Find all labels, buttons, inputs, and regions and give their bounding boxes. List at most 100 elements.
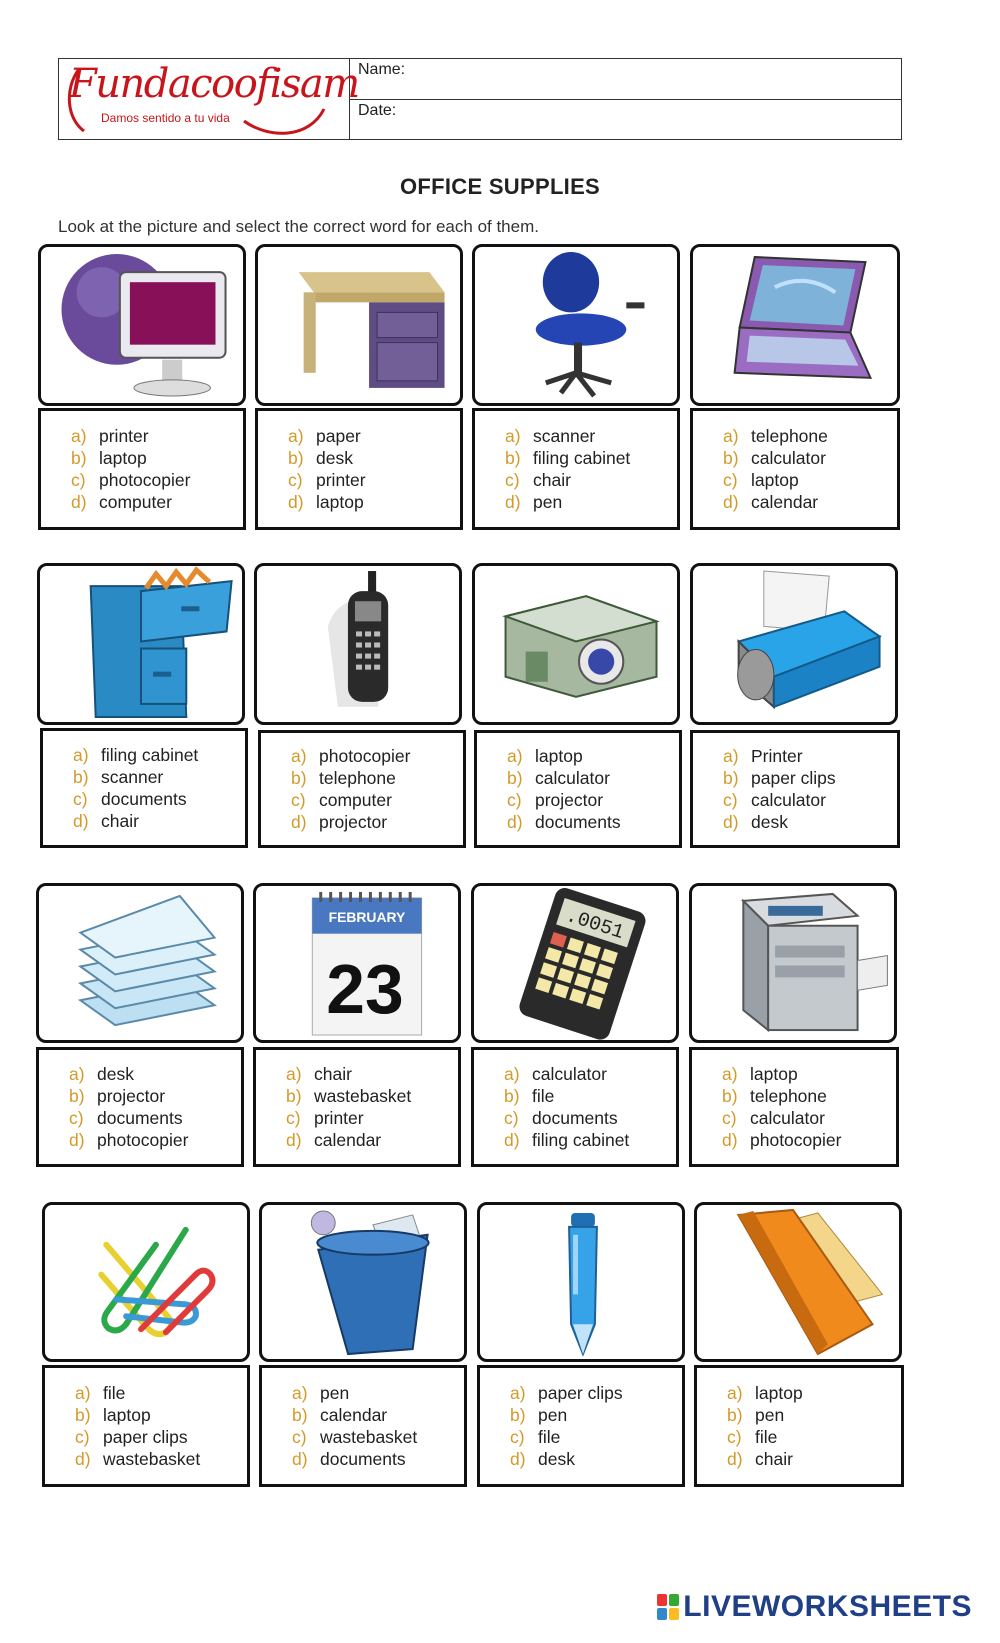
option-b[interactable]: b) calculator — [723, 447, 897, 469]
option-d[interactable]: d) projector — [291, 811, 463, 833]
option-text: laptop — [99, 448, 147, 468]
option-d[interactable]: d) documents — [292, 1448, 464, 1470]
option-c[interactable]: c) wastebasket — [292, 1426, 464, 1448]
option-a[interactable]: a) laptop — [727, 1382, 901, 1404]
option-d[interactable]: d) documents — [507, 811, 679, 833]
calculator-icon: .0051 — [519, 888, 646, 1040]
option-letter: b) — [723, 768, 739, 788]
option-letter: b) — [292, 1405, 308, 1425]
option-d[interactable]: d) filing cabinet — [504, 1129, 676, 1151]
option-c[interactable]: c) photocopier — [71, 469, 243, 491]
option-a[interactable]: a) file — [75, 1382, 247, 1404]
option-d[interactable]: d) desk — [723, 811, 897, 833]
option-text: filing cabinet — [532, 1130, 630, 1150]
logo: Fundacoofisam Damos sentido a tu vida — [59, 59, 360, 139]
option-a[interactable]: a) printer — [71, 425, 243, 447]
option-d[interactable]: d) photocopier — [722, 1129, 896, 1151]
option-letter: d) — [723, 812, 739, 832]
option-text: paper clips — [103, 1427, 188, 1447]
option-b[interactable]: b) desk — [288, 447, 460, 469]
option-c[interactable]: c) projector — [507, 789, 679, 811]
option-b[interactable]: b) calculator — [507, 767, 679, 789]
option-c[interactable]: c) printer — [286, 1107, 458, 1129]
option-text: desk — [316, 448, 353, 468]
option-letter: b) — [723, 448, 739, 468]
option-b[interactable]: b) telephone — [291, 767, 463, 789]
option-c[interactable]: c) calculator — [722, 1107, 896, 1129]
option-c[interactable]: c) calculator — [723, 789, 897, 811]
option-b[interactable]: b) file — [504, 1085, 676, 1107]
option-a[interactable]: a) pen — [292, 1382, 464, 1404]
option-d[interactable]: d) calendar — [286, 1129, 458, 1151]
option-d[interactable]: d) chair — [73, 810, 245, 832]
option-d[interactable]: d) calendar — [723, 491, 897, 513]
date-label: Date: — [358, 101, 397, 119]
option-letter: d) — [507, 812, 523, 832]
picture-desk — [255, 244, 463, 406]
name-field[interactable]: Name: — [350, 59, 901, 100]
option-d[interactable]: d) chair — [727, 1448, 901, 1470]
picture-pen — [477, 1202, 685, 1362]
option-b[interactable]: b) scanner — [73, 766, 245, 788]
option-a[interactable]: a) scanner — [505, 425, 677, 447]
option-c[interactable]: c) computer — [291, 789, 463, 811]
option-letter: c) — [510, 1427, 525, 1447]
option-b[interactable]: b) laptop — [75, 1404, 247, 1426]
option-b[interactable]: b) telephone — [722, 1085, 896, 1107]
footer-brand[interactable]: LIVEWORKSHEETS — [657, 1590, 972, 1624]
option-a[interactable]: a) laptop — [722, 1063, 896, 1085]
option-a[interactable]: a) Printer — [723, 745, 897, 767]
option-a[interactable]: a) chair — [286, 1063, 458, 1085]
option-letter: a) — [75, 1383, 91, 1403]
option-text: chair — [755, 1449, 793, 1469]
option-c[interactable]: c) file — [727, 1426, 901, 1448]
option-c[interactable]: c) documents — [69, 1107, 241, 1129]
option-text: laptop — [751, 470, 799, 490]
option-a[interactable]: a) photocopier — [291, 745, 463, 767]
option-c[interactable]: c) laptop — [723, 469, 897, 491]
option-text: calculator — [535, 768, 610, 788]
option-a[interactable]: a) laptop — [507, 745, 679, 767]
option-text: pen — [533, 492, 563, 512]
option-b[interactable]: b) projector — [69, 1085, 241, 1107]
option-b[interactable]: b) filing cabinet — [505, 447, 677, 469]
chair-icon — [535, 252, 645, 398]
option-letter: b) — [75, 1405, 91, 1425]
option-c[interactable]: c) documents — [73, 788, 245, 810]
option-c[interactable]: c) paper clips — [75, 1426, 247, 1448]
options-box-16: a) laptop b) pen c) file d) chair — [694, 1365, 904, 1487]
header-box: Fundacoofisam Damos sentido a tu vida Na… — [58, 58, 902, 140]
options-box-1: a) printer b) laptop c) photocopier d) compu… — [38, 408, 246, 530]
option-b[interactable]: b) pen — [727, 1404, 901, 1426]
option-d[interactable]: d) computer — [71, 491, 243, 513]
option-letter: a) — [510, 1383, 526, 1403]
option-a[interactable]: a) filing cabinet — [73, 744, 245, 766]
computer-icon — [61, 254, 227, 397]
option-a[interactable]: a) desk — [69, 1063, 241, 1085]
option-b[interactable]: b) pen — [510, 1404, 682, 1426]
option-c[interactable]: c) file — [510, 1426, 682, 1448]
option-c[interactable]: c) printer — [288, 469, 460, 491]
option-b[interactable]: b) wastebasket — [286, 1085, 458, 1107]
option-a[interactable]: a) paper — [288, 425, 460, 447]
option-d[interactable]: d) pen — [505, 491, 677, 513]
option-b[interactable]: b) laptop — [71, 447, 243, 469]
option-b[interactable]: b) paper clips — [723, 767, 897, 789]
option-letter: d) — [71, 492, 87, 512]
option-letter: b) — [71, 448, 87, 468]
option-letter: c) — [288, 470, 303, 490]
option-d[interactable]: d) wastebasket — [75, 1448, 247, 1470]
option-d[interactable]: d) photocopier — [69, 1129, 241, 1151]
option-d[interactable]: d) laptop — [288, 491, 460, 513]
option-c[interactable]: c) documents — [504, 1107, 676, 1129]
option-d[interactable]: d) desk — [510, 1448, 682, 1470]
option-b[interactable]: b) calendar — [292, 1404, 464, 1426]
option-a[interactable]: a) telephone — [723, 425, 897, 447]
option-text: photocopier — [99, 470, 191, 490]
date-field[interactable]: Date: — [350, 100, 901, 140]
option-letter: a) — [286, 1064, 302, 1084]
option-a[interactable]: a) paper clips — [510, 1382, 682, 1404]
option-a[interactable]: a) calculator — [504, 1063, 676, 1085]
option-letter: b) — [722, 1086, 738, 1106]
option-c[interactable]: c) chair — [505, 469, 677, 491]
